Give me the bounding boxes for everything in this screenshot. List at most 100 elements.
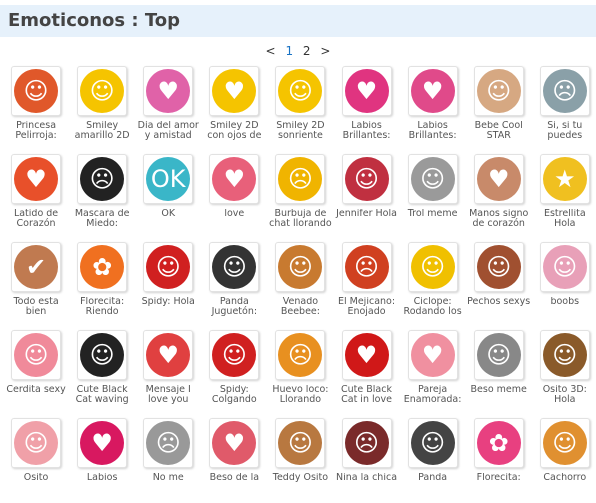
emoticon-label[interactable]: Si, si tu puedes bbox=[533, 121, 596, 141]
emoticon-label[interactable]: OK bbox=[136, 209, 200, 219]
emoticon-label[interactable]: Cute Black Cat in love bbox=[335, 385, 399, 405]
emoticon-thumbnail[interactable]: ☹ bbox=[341, 242, 392, 292]
pagination-prev-link[interactable]: < bbox=[266, 44, 276, 58]
emoticon-label[interactable]: Cute Black Cat waving bbox=[70, 385, 134, 405]
emoticon-label[interactable]: Todo esta bien bbox=[4, 297, 68, 317]
emoticon-item[interactable]: ☺ Venado Beebee: bbox=[267, 239, 333, 327]
emoticon-label[interactable]: Beso meme bbox=[467, 385, 531, 395]
emoticon-item[interactable]: ☺ Panda Juguetón: bbox=[201, 239, 267, 327]
emoticon-label[interactable]: Cachorro bbox=[533, 473, 596, 483]
emoticon-thumbnail[interactable]: ☺ bbox=[11, 418, 62, 468]
emoticon-item[interactable]: ☹ No me bbox=[135, 415, 201, 503]
emoticon-item[interactable]: ☹ Nina la chica bbox=[333, 415, 399, 503]
emoticon-label[interactable]: Mascara de Miedo: bbox=[70, 209, 134, 229]
emoticon-item[interactable]: ♥ Labios Brillantes: bbox=[333, 63, 399, 151]
emoticon-label[interactable]: Pechos sexys bbox=[467, 297, 531, 307]
emoticon-item[interactable]: ✔ Todo esta bien bbox=[3, 239, 69, 327]
emoticon-label[interactable]: Estrellita Hola bbox=[533, 209, 596, 229]
emoticon-item[interactable]: ☺ Trol meme bbox=[400, 151, 466, 239]
emoticon-item[interactable]: ♥ Labios bbox=[69, 415, 135, 503]
emoticon-thumbnail[interactable]: ♥ bbox=[143, 330, 194, 380]
emoticon-label[interactable]: Labios bbox=[70, 473, 134, 483]
emoticon-item[interactable]: ♥ Día del amor y amistad bbox=[135, 63, 201, 151]
pagination-page-2[interactable]: 2 bbox=[303, 44, 311, 58]
emoticon-label[interactable]: Teddy Osito bbox=[268, 473, 332, 483]
emoticon-item[interactable]: ♥ Smiley 2D con ojos de bbox=[201, 63, 267, 151]
emoticon-thumbnail[interactable]: ♥ bbox=[209, 418, 260, 468]
emoticon-item[interactable]: ☹ Si, si tu puedes bbox=[532, 63, 596, 151]
emoticon-item[interactable]: ♥ Mensaje I love you bbox=[135, 327, 201, 415]
emoticon-thumbnail[interactable]: ♥ bbox=[341, 66, 392, 116]
emoticon-thumbnail[interactable]: ✿ bbox=[77, 242, 128, 292]
emoticon-label[interactable]: Labios Brillantes: bbox=[335, 121, 399, 141]
emoticon-thumbnail[interactable]: ☺ bbox=[11, 330, 62, 380]
emoticon-thumbnail[interactable]: ☺ bbox=[143, 242, 194, 292]
emoticon-thumbnail[interactable]: ☺ bbox=[341, 154, 392, 204]
emoticon-label[interactable]: Spidy: Hola bbox=[136, 297, 200, 307]
emoticon-item[interactable]: ☺ Princesa Pelirroja: bbox=[3, 63, 69, 151]
emoticon-thumbnail[interactable]: ☺ bbox=[209, 242, 260, 292]
emoticon-item[interactable]: ☹ Burbuja de chat llorando bbox=[267, 151, 333, 239]
emoticon-item[interactable]: ♥ Pareja Enamorada: bbox=[400, 327, 466, 415]
emoticon-thumbnail[interactable]: ♥ bbox=[473, 154, 524, 204]
emoticon-thumbnail[interactable]: ☺ bbox=[407, 154, 458, 204]
emoticon-item[interactable]: ☹ Huevo loco: Llorando bbox=[267, 327, 333, 415]
emoticon-item[interactable]: ☺ Smiley 2D sonriente bbox=[267, 63, 333, 151]
emoticon-item[interactable]: ♥ Latido de Corazón bbox=[3, 151, 69, 239]
emoticon-label[interactable]: Trol meme bbox=[401, 209, 465, 219]
emoticon-thumbnail[interactable]: ☹ bbox=[143, 418, 194, 468]
emoticon-label[interactable]: El Mejicano: Enojado bbox=[335, 297, 399, 317]
pagination-next-link[interactable]: > bbox=[320, 44, 330, 58]
emoticon-thumbnail[interactable]: ☹ bbox=[77, 154, 128, 204]
emoticon-label[interactable]: Ciclope: Rodando los bbox=[401, 297, 465, 317]
emoticon-item[interactable]: ☺ Ciclope: Rodando los bbox=[400, 239, 466, 327]
emoticon-item[interactable]: ☺ Pechos sexys bbox=[466, 239, 532, 327]
emoticon-thumbnail[interactable]: ♥ bbox=[407, 330, 458, 380]
emoticon-label[interactable]: No me bbox=[136, 473, 200, 483]
emoticon-label[interactable]: Venado Beebee: bbox=[268, 297, 332, 317]
emoticon-label[interactable]: Spidy: Colgando bbox=[202, 385, 266, 405]
emoticon-item[interactable]: ☺ Osito bbox=[3, 415, 69, 503]
emoticon-item[interactable]: ☺ Teddy Osito bbox=[267, 415, 333, 503]
emoticon-label[interactable]: Mensaje I love you bbox=[136, 385, 200, 405]
emoticon-thumbnail[interactable]: ♥ bbox=[341, 330, 392, 380]
emoticon-thumbnail[interactable]: ☺ bbox=[539, 330, 590, 380]
emoticon-item[interactable]: ☹ Mascara de Miedo: bbox=[69, 151, 135, 239]
emoticon-thumbnail[interactable]: ☺ bbox=[77, 66, 128, 116]
emoticon-thumbnail[interactable]: ☹ bbox=[275, 330, 326, 380]
emoticon-thumbnail[interactable]: ♥ bbox=[407, 66, 458, 116]
emoticon-item[interactable]: ☺ Cute Black Cat waving bbox=[69, 327, 135, 415]
emoticon-thumbnail[interactable]: ☺ bbox=[407, 418, 458, 468]
emoticon-item[interactable]: ☺ Jennifer Hola bbox=[333, 151, 399, 239]
emoticon-thumbnail[interactable]: ♥ bbox=[209, 66, 260, 116]
emoticon-item[interactable]: ★ Estrellita Hola bbox=[532, 151, 596, 239]
emoticon-label[interactable]: Florecita: Riendo bbox=[70, 297, 134, 317]
emoticon-label[interactable]: Día del amor y amistad bbox=[136, 121, 200, 141]
emoticon-label[interactable]: Cerdita sexy bbox=[4, 385, 68, 395]
emoticon-item[interactable]: ♥ Manos signo de corazón bbox=[466, 151, 532, 239]
emoticon-item[interactable]: OK OK bbox=[135, 151, 201, 239]
emoticon-item[interactable]: ♥ Cute Black Cat in love bbox=[333, 327, 399, 415]
emoticon-thumbnail[interactable]: ☺ bbox=[539, 242, 590, 292]
emoticon-thumbnail[interactable]: ✿ bbox=[473, 418, 524, 468]
emoticon-thumbnail[interactable]: ★ bbox=[539, 154, 590, 204]
emoticon-label[interactable]: Osito bbox=[4, 473, 68, 483]
emoticon-item[interactable]: ✿ Florecita: bbox=[466, 415, 532, 503]
emoticon-thumbnail[interactable]: ☺ bbox=[473, 66, 524, 116]
emoticon-label[interactable]: Burbuja de chat llorando bbox=[268, 209, 332, 229]
emoticon-item[interactable]: ✿ Florecita: Riendo bbox=[69, 239, 135, 327]
emoticon-thumbnail[interactable]: ☺ bbox=[275, 66, 326, 116]
emoticon-item[interactable]: ☺ boobs bbox=[532, 239, 596, 327]
emoticon-thumbnail[interactable]: ♥ bbox=[77, 418, 128, 468]
emoticon-thumbnail[interactable]: ☺ bbox=[77, 330, 128, 380]
emoticon-thumbnail[interactable]: ✔ bbox=[11, 242, 62, 292]
emoticon-thumbnail[interactable]: ♥ bbox=[11, 154, 62, 204]
emoticon-item[interactable]: ☺ Spidy: Hola bbox=[135, 239, 201, 327]
emoticon-label[interactable]: Smiley 2D sonriente bbox=[268, 121, 332, 141]
emoticon-item[interactable]: ☺ Cachorro bbox=[532, 415, 596, 503]
emoticon-thumbnail[interactable]: ☹ bbox=[539, 66, 590, 116]
emoticon-thumbnail[interactable]: ☺ bbox=[473, 242, 524, 292]
emoticon-item[interactable]: ☺ Beso meme bbox=[466, 327, 532, 415]
emoticon-label[interactable]: Osito 3D: Hola bbox=[533, 385, 596, 405]
emoticon-thumbnail[interactable]: ☺ bbox=[209, 330, 260, 380]
